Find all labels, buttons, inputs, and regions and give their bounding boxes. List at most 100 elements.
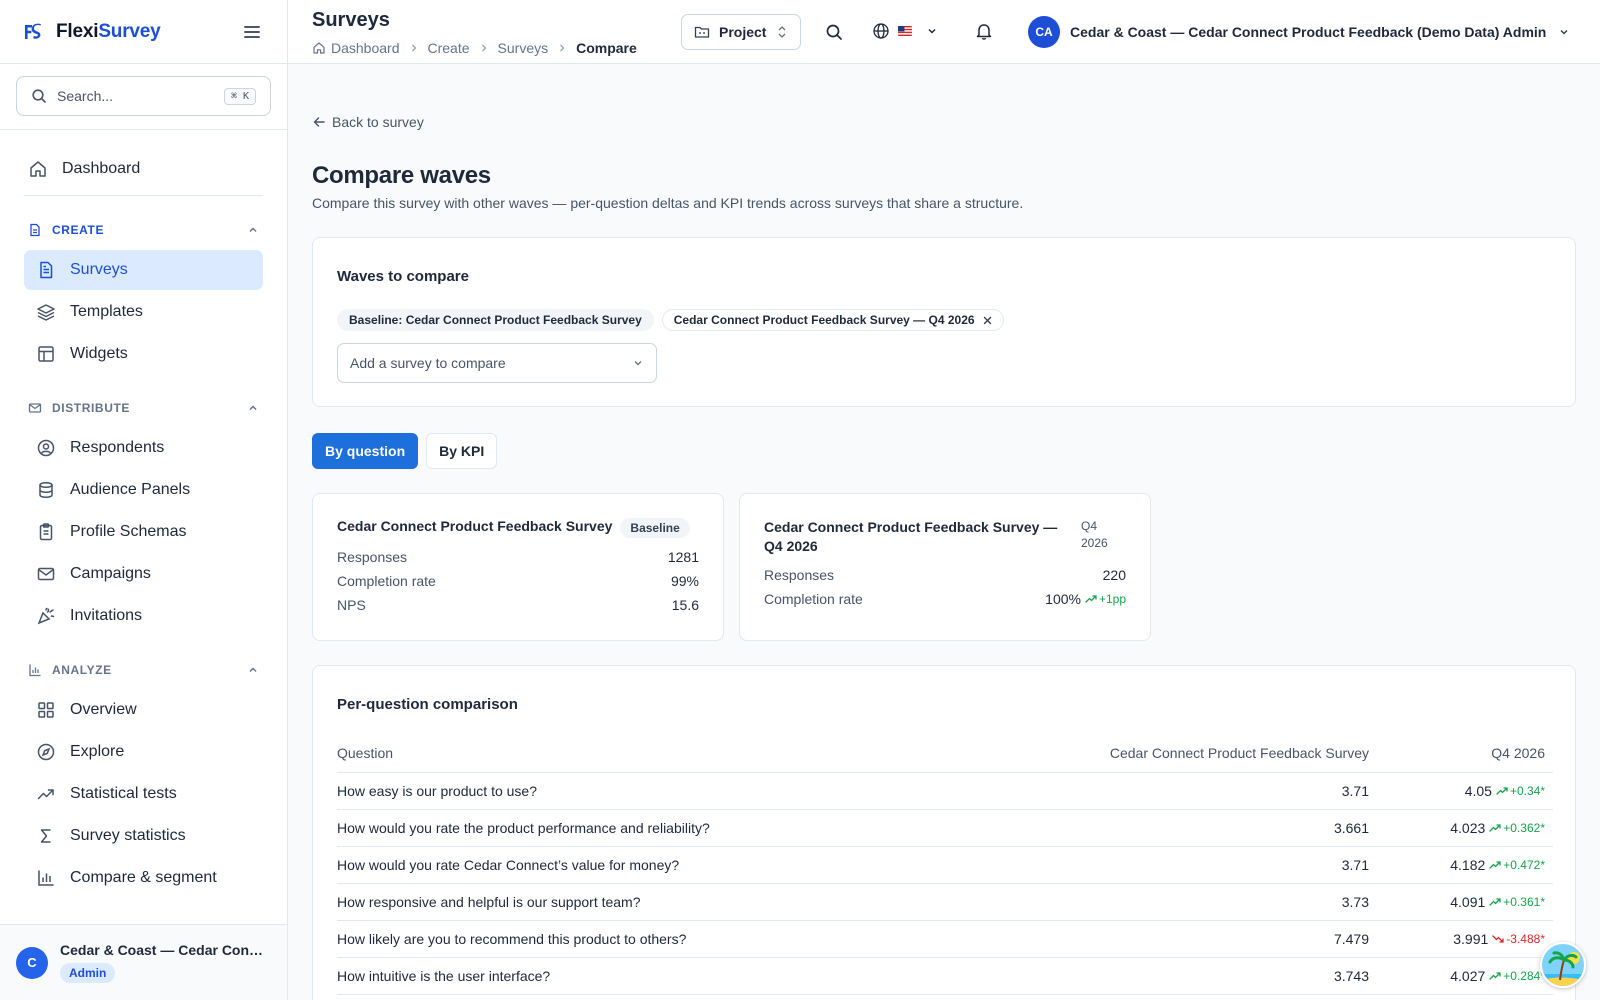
baseline-value: 3.743 [1097,957,1369,995]
delta-badge: +0.361* [1489,895,1545,909]
page-subtitle: Compare this survey with other waves — p… [312,195,1024,211]
user-circle-icon [37,439,55,457]
table-row: How likely are you to recommend this pro… [337,920,1553,958]
section-analyze[interactable]: ANALYZE [28,660,259,680]
sidebar-user-name: Cedar & Coast — Cedar Connect Product Fe… [60,942,270,958]
sidebar-item-audience-panels[interactable]: Audience Panels [24,470,263,510]
delta-badge: -3.488* [1492,932,1545,946]
user-name: Cedar & Coast — Cedar Connect Product Fe… [1070,24,1547,40]
close-icon[interactable] [983,316,992,325]
table-row: How easy is our product to use? 3.71 4.05 +… [337,772,1553,810]
chevron-down-icon [1560,29,1568,35]
brand-name: FlexiSurvey [56,20,161,42]
tab-by-kpi[interactable]: By KPI [426,433,498,469]
breadcrumb-create[interactable]: Create [428,40,470,56]
trending-up-icon [1085,595,1097,603]
database-icon [39,481,53,499]
wave-value-cell: 3.991 -3.488* [1369,920,1553,958]
stat-responses: Responses 220 [764,567,1126,583]
stat-nps: NPS 15.6 [337,597,699,613]
delta-badge: +1pp [1085,591,1126,607]
sidebar-item-respondents[interactable]: Respondents [24,428,263,468]
breadcrumb-dashboard[interactable]: Dashboard [331,40,400,56]
trending-up-icon [1489,897,1501,906]
per-question-table: Question Cedar Connect Product Feedback … [337,734,1553,995]
sidebar: FlexiSurvey Search... ⌘ K Dashboard CREA… [0,0,288,1000]
table-row: How responsive and helpful is our suppor… [337,883,1553,921]
user-menu[interactable]: CA Cedar & Coast — Cedar Connect Product… [1028,16,1570,48]
per-question-card: Per-question comparison Question Cedar C… [312,665,1576,1000]
sidebar-item-widgets[interactable]: Widgets [24,334,263,374]
trending-up-icon [1489,860,1501,869]
file-text-icon [40,261,53,279]
bar-chart-icon [29,664,41,677]
back-to-survey-link[interactable]: Back to survey [312,114,424,130]
table-header-row: Question Cedar Connect Product Feedback … [337,734,1553,773]
search-input[interactable]: Search... ⌘ K [16,76,271,116]
chevron-down-icon [928,28,936,34]
avatar: CA [1028,16,1060,48]
main-content: Back to survey Compare waves Compare thi… [288,64,1600,1000]
bar-chart-icon [38,870,54,886]
chevron-up-down-icon [778,26,786,38]
help-widget-avatar[interactable] [1540,942,1586,988]
baseline-badge: Baseline [620,518,690,538]
chevron-right-icon [411,44,416,52]
tab-by-question[interactable]: By question [312,433,419,469]
bell-icon[interactable] [974,21,994,41]
wave-value-cell: 4.182 +0.472* [1369,846,1553,884]
trending-up-icon [1489,971,1501,980]
arrow-left-icon [313,117,325,127]
add-survey-select[interactable]: Add a survey to compare [337,343,657,383]
search-placeholder: Search... [57,88,114,104]
layers-icon [37,304,55,321]
wave-value: 4.05 [1464,782,1492,799]
table-row: How would you rate Cedar Connect’s value… [337,846,1553,884]
menu-toggle-icon[interactable] [241,21,263,43]
trending-up-icon [37,789,54,800]
brand-bar: FlexiSurvey [0,0,287,64]
wave-chip-q4-2026: Cedar Connect Product Feedback Survey — … [661,309,1004,331]
sidebar-item-profile-schemas[interactable]: Profile Schemas [24,512,263,552]
sidebar-item-campaigns[interactable]: Campaigns [24,554,263,594]
sidebar-item-surveys[interactable]: Surveys [24,250,263,290]
section-distribute[interactable]: DISTRIBUTE [28,398,259,418]
baseline-value: 3.73 [1097,883,1369,921]
section-create[interactable]: CREATE [28,220,259,240]
sidebar-item-explore[interactable]: Explore [24,732,263,772]
sidebar-item-templates[interactable]: Templates [24,292,263,332]
search-icon[interactable] [824,22,844,42]
project-selector[interactable]: Project [681,14,801,50]
party-popper-icon [37,607,55,625]
compare-waves-heading: Compare waves [312,162,491,189]
sidebar-item-dashboard[interactable]: Dashboard [24,150,263,196]
role-badge: Admin [60,963,116,983]
sidebar-item-compare-segment[interactable]: Compare & segment [24,858,263,898]
chevron-down-icon [634,361,642,366]
per-question-rows: How easy is our product to use? 3.71 4.05 +… [337,772,1553,995]
baseline-chip: Baseline: Cedar Connect Product Feedback… [337,309,654,331]
question-text: How responsive and helpful is our suppor… [337,883,1097,921]
wave-value-cell: 4.023 +0.362* [1369,809,1553,847]
table-row: How would you rate the product performan… [337,809,1553,847]
baseline-value: 3.71 [1097,846,1369,884]
col-q4-2026: Q4 2026 [1369,734,1553,773]
stat-completion-rate: Completion rate 99% [337,573,699,589]
language-selector[interactable] [872,22,938,40]
baseline-summary-card: Cedar Connect Product Feedback Survey Ba… [312,493,724,641]
question-text: How likely are you to recommend this pro… [337,920,1097,958]
sidebar-item-survey-statistics[interactable]: Survey statistics [24,816,263,856]
wave-value: 4.027 [1450,967,1486,984]
breadcrumb-surveys[interactable]: Surveys [498,40,549,56]
summary-card-head: Cedar Connect Product Feedback Survey — … [764,518,1121,556]
flexisurvey-logo-icon [25,23,41,39]
wave-value-cell: 4.05 +0.34* [1369,772,1553,810]
chevron-up-icon [249,227,257,233]
sidebar-item-overview[interactable]: Overview [24,690,263,730]
sidebar-item-statistical-tests[interactable]: Statistical tests [24,774,263,814]
clipboard-icon [39,523,53,541]
mail-icon [28,403,42,413]
sidebar-user[interactable]: C Cedar & Coast — Cedar Connect Product … [0,924,287,1000]
chevron-right-icon [560,44,565,52]
sidebar-item-invitations[interactable]: Invitations [24,596,263,636]
